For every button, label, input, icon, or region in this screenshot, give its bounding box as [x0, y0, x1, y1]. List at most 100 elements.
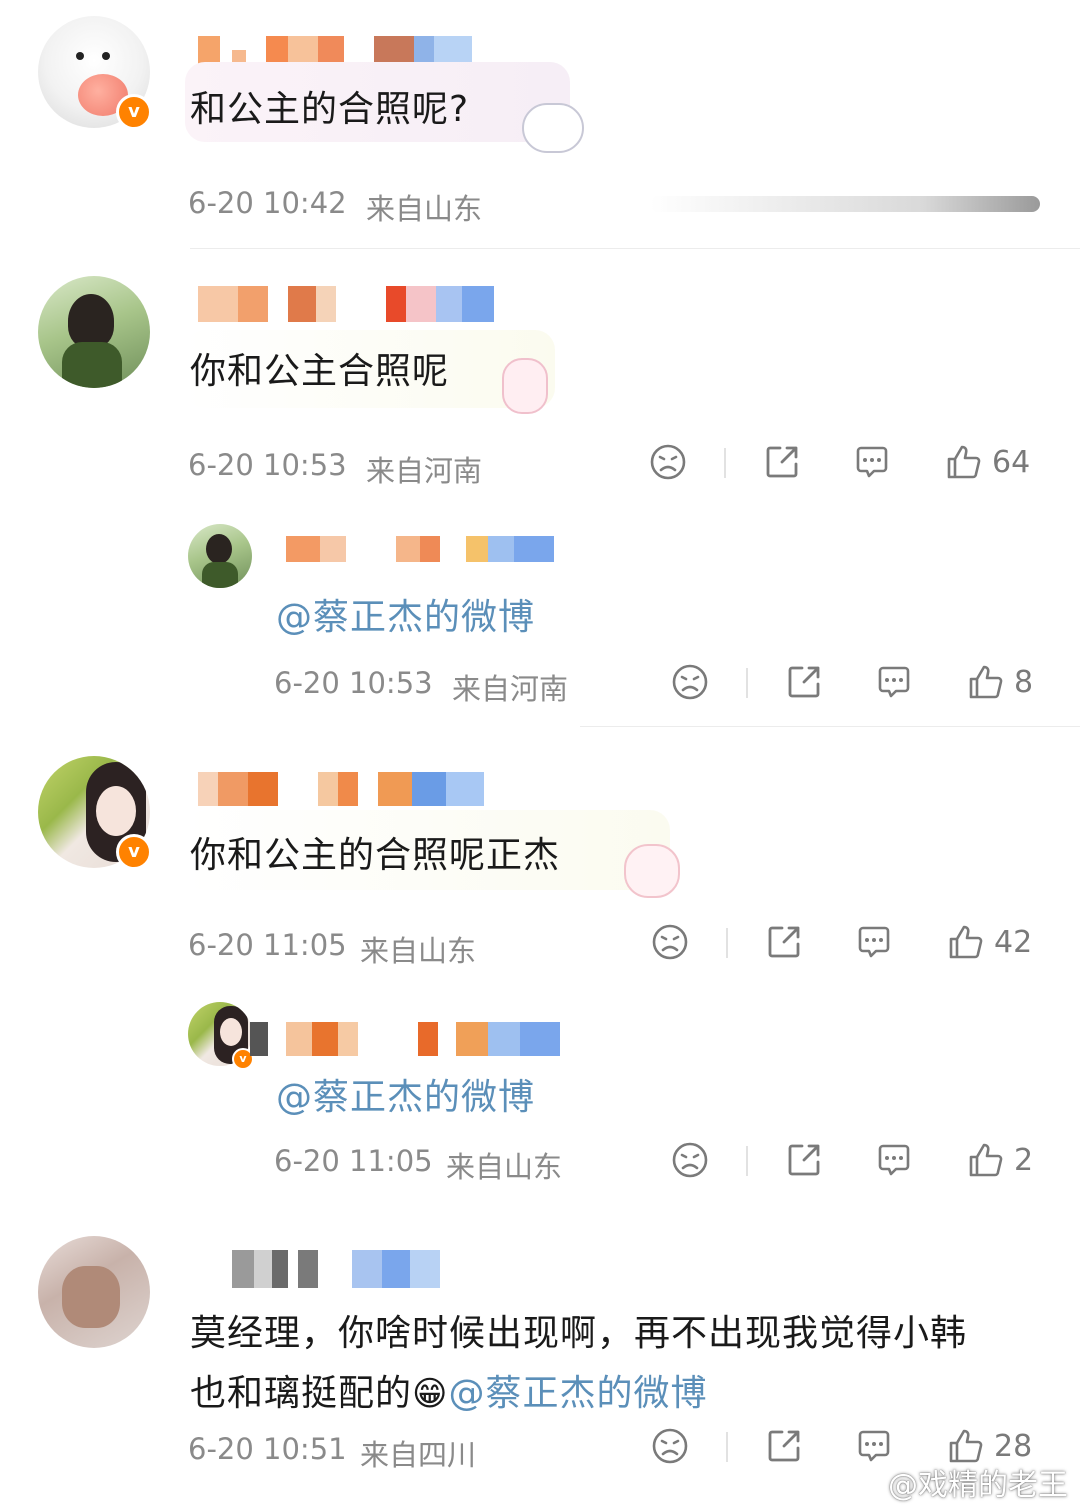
comment-date: 6-20 11:05 [274, 1144, 433, 1178]
dislike-button[interactable] [650, 1426, 690, 1466]
blurred-action-bar [650, 196, 1040, 212]
comment-location: 来自山东 [366, 192, 483, 226]
username-mosaic[interactable] [232, 1250, 440, 1288]
action-bar: 64 [648, 442, 1048, 488]
username-mosaic[interactable] [198, 772, 484, 806]
separator [724, 448, 726, 478]
comment-icon [874, 662, 914, 702]
avatar-face [220, 1018, 242, 1046]
separator [726, 928, 728, 958]
share-button[interactable] [762, 442, 802, 482]
like-count: 8 [1014, 664, 1034, 700]
like-button[interactable]: 64 [944, 442, 1030, 482]
comment-2: 你和公主合照呢 6-20 10:53 来自河南 64 [0, 250, 1080, 490]
comment-3: v 你和公主的合照呢正杰 6-20 11:05 来自山东 42 [0, 730, 1080, 980]
share-button[interactable] [764, 1426, 804, 1466]
mention-link[interactable]: @蔡正杰的微博 [276, 1068, 535, 1120]
comment-date: 6-20 10:53 [274, 666, 433, 700]
dislike-button[interactable] [670, 1140, 710, 1180]
reply-button[interactable] [852, 442, 892, 482]
mention-link[interactable]: @蔡正杰的微博 [448, 1373, 707, 1414]
dislike-icon [650, 922, 690, 962]
like-count: 2 [1014, 1142, 1034, 1178]
verified-badge-icon: v [116, 834, 152, 870]
like-button[interactable]: 2 [966, 1140, 1033, 1180]
verified-badge-icon: v [116, 94, 152, 130]
comment-date: 6-20 10:53 [188, 448, 347, 482]
reply-button[interactable] [874, 1140, 914, 1180]
dislike-icon [648, 442, 688, 482]
dislike-icon [670, 662, 710, 702]
comment-location: 来自河南 [452, 672, 569, 706]
avatar-person [206, 534, 232, 564]
comment-date: 6-20 11:05 [188, 928, 347, 962]
comment-location: 来自河南 [366, 454, 483, 488]
share-button[interactable] [764, 922, 804, 962]
comment-date: 6-20 10:42 [188, 186, 347, 220]
weibo-logo-icon [848, 1469, 883, 1496]
comment-icon [874, 1140, 914, 1180]
comment-location: 来自山东 [360, 934, 477, 968]
comment-text: 你和公主的合照呢正杰 [190, 835, 561, 876]
comment-icon [854, 922, 894, 962]
divider [580, 726, 1080, 727]
comment-text-line2-prefix: 也和璃挺配的 [190, 1373, 413, 1414]
avatar-body [62, 342, 122, 388]
comment-text: 和公主的合照呢? [190, 89, 470, 130]
divider [190, 248, 1080, 249]
girl-sticker-icon [624, 844, 680, 898]
separator [746, 668, 748, 698]
dislike-icon [670, 1140, 710, 1180]
share-icon [784, 662, 824, 702]
dislike-button[interactable] [648, 442, 688, 482]
like-button[interactable]: 8 [966, 662, 1033, 702]
username-mosaic[interactable] [198, 286, 494, 322]
like-count: 28 [994, 1428, 1033, 1464]
share-button[interactable] [784, 662, 824, 702]
separator [746, 1146, 748, 1176]
share-icon [764, 922, 804, 962]
reply-button[interactable] [874, 662, 914, 702]
like-icon [946, 922, 986, 962]
reply-1: @蔡正杰的微博 6-20 10:53 来自河南 8 [0, 490, 1080, 730]
username-mosaic[interactable] [286, 536, 554, 562]
share-icon [762, 442, 802, 482]
avatar[interactable] [38, 276, 150, 388]
avatar-eye-left [76, 52, 84, 60]
watermark: @戏精的老王 [848, 1460, 1068, 1504]
cat-sticker-icon [522, 103, 584, 153]
username-mosaic[interactable] [198, 36, 472, 64]
bunny-sticker-icon [502, 358, 548, 414]
watermark-text: @戏精的老王 [888, 1468, 1068, 1503]
mention-link[interactable]: @蔡正杰的微博 [276, 588, 535, 640]
comment-icon [852, 442, 892, 482]
like-icon [944, 442, 984, 482]
like-count: 64 [992, 444, 1031, 480]
avatar-person [62, 1266, 120, 1328]
share-button[interactable] [784, 1140, 824, 1180]
comment-date: 6-20 10:51 [188, 1432, 347, 1466]
dislike-button[interactable] [670, 662, 710, 702]
like-icon [966, 662, 1006, 702]
comment-location: 来自山东 [446, 1150, 563, 1184]
comment-1: v 和公主的合照呢? 6-20 10:42 来自山东 [0, 0, 1080, 250]
username-mosaic[interactable] [250, 1022, 560, 1056]
comment-text: 你和公主合照呢 [190, 351, 450, 392]
avatar-body [202, 562, 238, 588]
dislike-icon [650, 1426, 690, 1466]
avatar-eye-right [102, 52, 110, 60]
action-bar: 2 [670, 1140, 1050, 1186]
avatar-face [96, 786, 136, 836]
like-count: 42 [994, 924, 1033, 960]
avatar[interactable] [38, 1236, 150, 1348]
avatar[interactable] [188, 524, 252, 588]
comment-location: 来自四川 [360, 1438, 477, 1472]
separator [726, 1432, 728, 1462]
dislike-button[interactable] [650, 922, 690, 962]
reply-button[interactable] [854, 922, 894, 962]
share-icon [784, 1140, 824, 1180]
action-bar: 8 [670, 662, 1050, 708]
action-bar: 42 [650, 922, 1050, 968]
avatar-person [68, 294, 114, 348]
like-button[interactable]: 42 [946, 922, 1032, 962]
